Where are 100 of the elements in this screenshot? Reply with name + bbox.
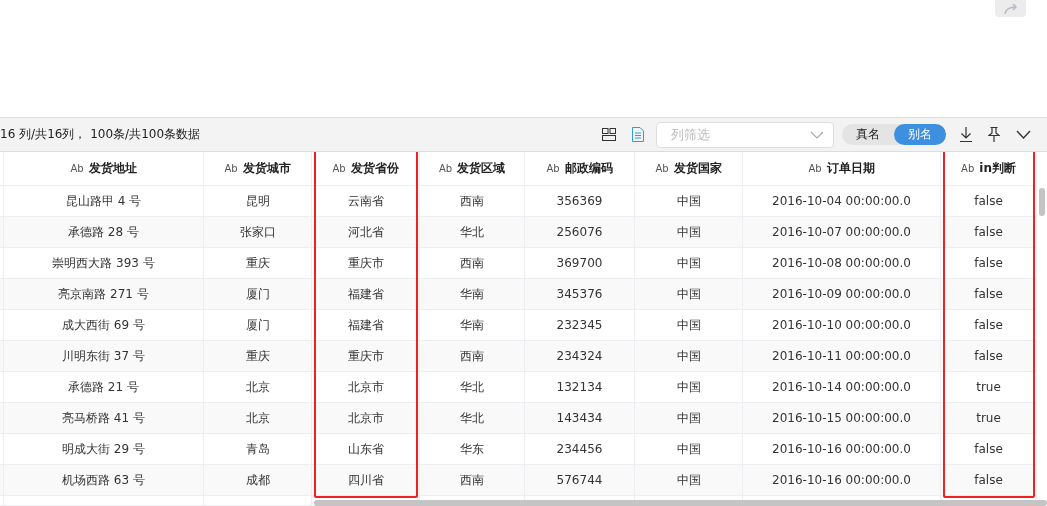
- table-cell: 2016-10-14 00:00:00.0: [743, 372, 941, 402]
- table-cell: 承德路 21 号: [4, 372, 204, 402]
- column-header[interactable]: Ab 发货城市: [204, 152, 312, 185]
- table-cell: 2016-10-09 00:00:00.0: [743, 279, 941, 309]
- table-cell: 四川省: [312, 465, 420, 495]
- table-cell: 华北: [420, 217, 525, 247]
- table-cell: 华北: [420, 403, 525, 433]
- table-cell: 云南省: [312, 186, 420, 216]
- table-cell: 576744: [525, 465, 635, 495]
- data-summary: 16 列/共16列， 100条/共100条数据: [0, 126, 201, 143]
- column-header[interactable]: Ab 邮政编码: [525, 152, 635, 185]
- column-title: in判断: [979, 160, 1016, 177]
- table-cell: 明成大街 29 号: [4, 434, 204, 464]
- table-cell: 北京市: [312, 403, 420, 433]
- table-cell: 中国: [635, 403, 743, 433]
- table-cell: 亮马桥路 41 号: [4, 403, 204, 433]
- table-cell: 华南: [420, 279, 525, 309]
- table-cell: 华北: [420, 372, 525, 402]
- column-filter-dropdown[interactable]: 列筛选: [656, 121, 834, 148]
- table-cell: 中国: [635, 279, 743, 309]
- table-cell: 北京: [204, 372, 312, 402]
- table-cell: 重庆市: [312, 341, 420, 371]
- table-cell: 256076: [525, 217, 635, 247]
- text-type-icon: Ab: [332, 163, 346, 174]
- table-cell: 山东省: [312, 434, 420, 464]
- table-cell: 西南: [420, 465, 525, 495]
- table-cell: 川明东街 37 号: [4, 341, 204, 371]
- table-cell: 福建省: [312, 310, 420, 340]
- column-header[interactable]: Ab 发货区域: [420, 152, 525, 185]
- column-title: 订单日期: [826, 160, 875, 177]
- table-cell: 承德路 28 号: [4, 217, 204, 247]
- table-cell: 青岛: [204, 434, 312, 464]
- column-header[interactable]: Ab 订单日期: [743, 152, 941, 185]
- download-icon[interactable]: [960, 127, 972, 142]
- table-cell: 356369: [525, 186, 635, 216]
- table-cell: 132134: [525, 372, 635, 402]
- table-cell: 2016-10-15 00:00:00.0: [743, 403, 941, 433]
- table-cell: 成大西街 69 号: [4, 310, 204, 340]
- table-cell: 中国: [635, 372, 743, 402]
- table-cell: 中国: [635, 248, 743, 278]
- table-cell: 234324: [525, 341, 635, 371]
- chevron-down-icon: [810, 130, 824, 139]
- text-type-icon: Ab: [808, 163, 822, 174]
- table-cell: 崇明西大路 393 号: [4, 248, 204, 278]
- pin-icon[interactable]: [988, 127, 1000, 142]
- redo-icon: [1002, 3, 1019, 14]
- table-cell: 张家口: [204, 217, 312, 247]
- table-cell: 143434: [525, 403, 635, 433]
- table-cell: 河北省: [312, 217, 420, 247]
- column-header[interactable]: Ab 发货地址: [4, 152, 204, 185]
- table-cell: 华东: [420, 434, 525, 464]
- document-icon[interactable]: [632, 127, 644, 142]
- table-cell: 中国: [635, 434, 743, 464]
- text-type-icon: Ab: [655, 163, 669, 174]
- text-type-icon: Ab: [438, 163, 453, 174]
- table-cell: 重庆: [204, 341, 312, 371]
- column-title: 邮政编码: [564, 160, 613, 177]
- table-cell: 亮京南路 271 号: [4, 279, 204, 309]
- table-cell: 西南: [420, 341, 525, 371]
- column-title: 发货地址: [88, 160, 137, 177]
- table-cell: 2016-10-10 00:00:00.0: [743, 310, 941, 340]
- chevron-down-icon[interactable]: [1016, 130, 1031, 139]
- table-cell: 重庆市: [312, 248, 420, 278]
- toggle-option[interactable]: 真名: [842, 124, 894, 145]
- table-cell: 北京市: [312, 372, 420, 402]
- table-cell: 234456: [525, 434, 635, 464]
- table-cell: 昆山路甲 4 号: [4, 186, 204, 216]
- table-cell: 中国: [635, 341, 743, 371]
- horizontal-scrollbar[interactable]: [314, 500, 1047, 506]
- text-type-icon: Ab: [224, 163, 238, 174]
- table-cell: 345376: [525, 279, 635, 309]
- table-cell: 西南: [420, 186, 525, 216]
- table-cell: 2016-10-11 00:00:00.0: [743, 341, 941, 371]
- column-header[interactable]: Ab 发货省份: [312, 152, 420, 185]
- table-cell: 369700: [525, 248, 635, 278]
- text-type-icon: Ab: [70, 163, 84, 174]
- column-title: 发货区域: [457, 160, 506, 177]
- table-cell: 2016-10-16 00:00:00.0: [743, 465, 941, 495]
- table-cell: 中国: [635, 217, 743, 247]
- table-cell: 2016-10-07 00:00:00.0: [743, 217, 941, 247]
- table-cell: 重庆: [204, 248, 312, 278]
- table-cell: 成都: [204, 465, 312, 495]
- table-cell: 中国: [635, 186, 743, 216]
- table-cell: 厦门: [204, 279, 312, 309]
- column-header[interactable]: Ab 发货国家: [635, 152, 743, 185]
- layout-icon[interactable]: [602, 128, 616, 141]
- table-cell: 2016-10-16 00:00:00.0: [743, 434, 941, 464]
- table-cell: 福建省: [312, 279, 420, 309]
- table-cell: 厦门: [204, 310, 312, 340]
- table-cell: 北京: [204, 403, 312, 433]
- table-cell: 昆明: [204, 186, 312, 216]
- column-title: 发货省份: [350, 160, 399, 177]
- column-title: 发货国家: [673, 160, 722, 177]
- table-cell: 2016-10-04 00:00:00.0: [743, 186, 941, 216]
- column-title: 发货城市: [242, 160, 291, 177]
- table-cell: 西南: [420, 248, 525, 278]
- table-cell: 2016-10-08 00:00:00.0: [743, 248, 941, 278]
- table-cell: 华南: [420, 310, 525, 340]
- table-cell: 中国: [635, 465, 743, 495]
- table-cell: 机场西路 63 号: [4, 465, 204, 495]
